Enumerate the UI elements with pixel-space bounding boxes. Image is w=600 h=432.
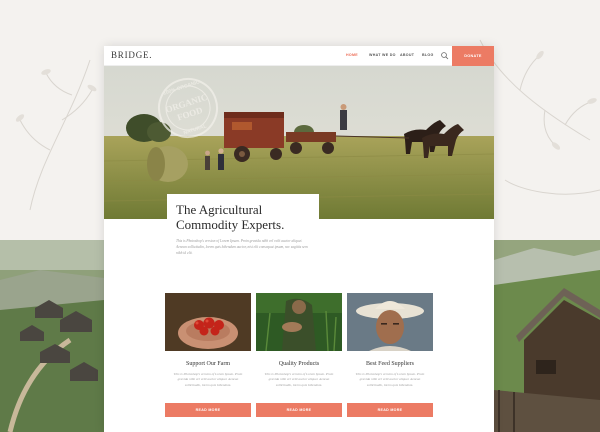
organic-food-stamp: 100% ORGANIC ORGANIC FOOD NATURAL	[158, 78, 218, 138]
feature-card-quality: Quality Products This is Photoshop's ver…	[256, 293, 342, 428]
donate-button[interactable]: DONATE	[452, 46, 494, 66]
top-navigation: BRIDGE. HOME WHAT WE DO ABOUT BLOG DONAT…	[104, 46, 494, 66]
card-text: This is Photoshop's version of Lorem Ips…	[264, 372, 334, 387]
card-title: Quality Products	[278, 361, 320, 367]
old-farmer-portrait-image	[347, 293, 433, 351]
card-text: This is Photoshop's version of Lorem Ips…	[355, 372, 425, 387]
title-line-1: The Agricultural	[176, 202, 263, 217]
nav-item-blog[interactable]: BLOG	[422, 53, 434, 57]
nav-item-about[interactable]: ABOUT	[400, 53, 414, 57]
hut-photo-right	[494, 240, 600, 432]
read-more-button[interactable]: READ MORE	[347, 403, 433, 417]
website-mockup: BRIDGE. HOME WHAT WE DO ABOUT BLOG DONAT…	[104, 46, 494, 432]
search-icon[interactable]	[440, 51, 450, 61]
site-logo[interactable]: BRIDGE.	[111, 50, 152, 60]
page-title: The Agricultural Commodity Experts.	[176, 202, 310, 232]
tomatoes-in-hands-image	[165, 293, 251, 351]
intro-text: This is Photoshop's version of Lorem Ips…	[176, 239, 308, 255]
feature-card-support: Support Our Farm This is Photoshop's ver…	[165, 293, 251, 428]
stamp-bottom-text: NATURAL	[183, 123, 207, 136]
card-title: Support Our Farm	[186, 361, 230, 367]
nav-item-what-we-do[interactable]: WHAT WE DO	[369, 53, 396, 57]
read-more-button[interactable]: READ MORE	[165, 403, 251, 417]
read-more-button[interactable]: READ MORE	[256, 403, 342, 417]
card-title: Best Feed Suppliers	[366, 361, 414, 367]
card-text: This is Photoshop's version of Lorem Ips…	[173, 372, 243, 387]
farmer-with-plants-image	[256, 293, 342, 351]
village-photo-left	[0, 240, 104, 432]
nav-item-home[interactable]: HOME	[346, 53, 358, 57]
title-line-2: Commodity Experts.	[176, 217, 285, 232]
intro-box: The Agricultural Commodity Experts. This…	[167, 194, 319, 264]
feature-card-suppliers: Best Feed Suppliers This is Photoshop's …	[347, 293, 433, 428]
